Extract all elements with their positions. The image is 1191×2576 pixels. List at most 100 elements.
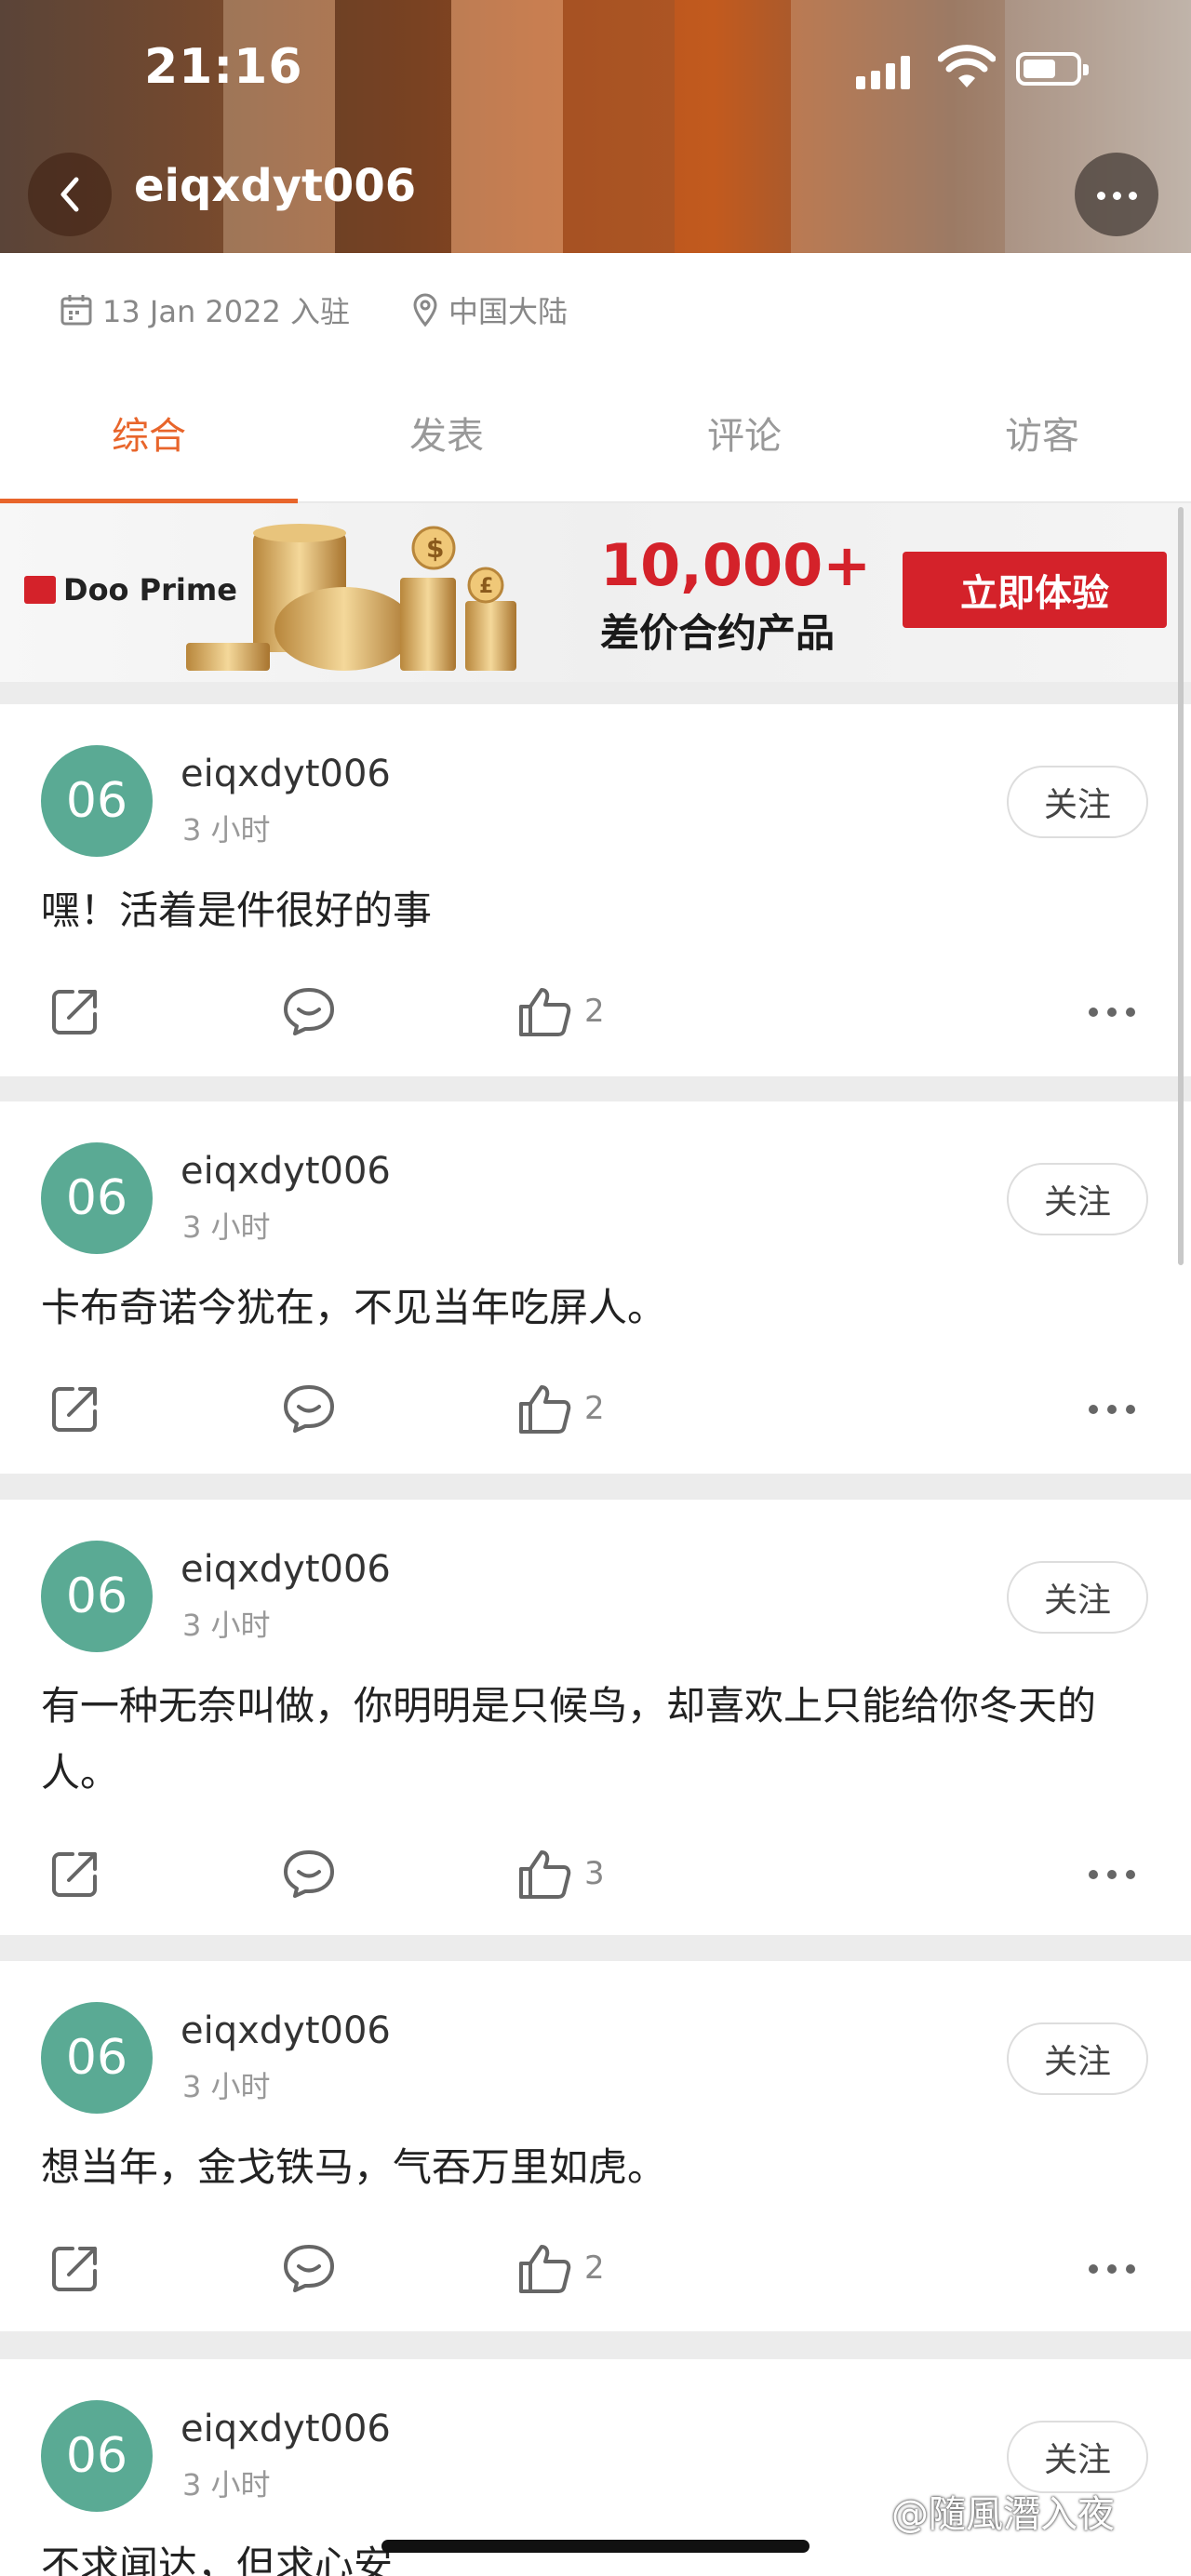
tab-posts[interactable]: 发表 [298, 363, 596, 502]
share-icon [52, 990, 97, 1034]
join-date: 13 Jan 2022 入驻 [60, 288, 350, 331]
like-button[interactable]: 3 [517, 1836, 605, 1911]
comment-icon [284, 1385, 334, 1433]
post-time: 3 小时 [182, 2069, 271, 2104]
post-time: 3 小时 [182, 1608, 271, 1643]
like-count: 2 [584, 993, 605, 1030]
post-actions: 2 [0, 974, 1191, 1048]
post-card[interactable]: 06 eiqxdyt006 3 小时 关注 有一种无奈叫做，你明明是只候鸟，却喜… [0, 1500, 1191, 1935]
status-bar: 21:16 [0, 0, 1191, 140]
follow-button[interactable]: 关注 [1007, 1163, 1148, 1235]
post-actions: 3 [0, 1836, 1191, 1911]
post-content[interactable]: 想当年，金戈铁马，气吞万里如虎。 [41, 2134, 1154, 2201]
profile-meta: 13 Jan 2022 入驻 中国大陆 [0, 253, 1191, 363]
post-author[interactable]: eiqxdyt006 [181, 2009, 391, 2052]
share-button[interactable] [48, 974, 102, 1048]
location-pin-icon [413, 293, 437, 327]
share-button[interactable] [48, 2231, 102, 2305]
svg-text:$: $ [426, 533, 444, 564]
like-count: 2 [584, 2249, 605, 2287]
wifi-icon [938, 45, 996, 87]
like-button[interactable]: 2 [517, 1371, 605, 1446]
tab-comments[interactable]: 评论 [596, 363, 893, 502]
follow-button[interactable]: 关注 [1007, 2022, 1148, 2095]
comment-icon [284, 2245, 334, 2292]
chevron-left-icon [60, 177, 79, 212]
comment-button[interactable] [281, 1371, 337, 1446]
avatar[interactable]: 06 [41, 1541, 153, 1652]
post-card[interactable]: 06 eiqxdyt006 3 小时 关注 嘿！活着是件很好的事 2 [0, 704, 1191, 1076]
post-more-button[interactable] [1084, 2231, 1140, 2305]
thumbs-up-icon [519, 2245, 571, 2293]
follow-button[interactable]: 关注 [1007, 2421, 1148, 2493]
follow-button[interactable]: 关注 [1007, 766, 1148, 838]
cellular-signal-icon [856, 52, 921, 89]
comment-button[interactable] [281, 974, 337, 1048]
home-indicator[interactable] [381, 2540, 810, 2553]
post-content[interactable]: 卡布奇诺今犹在，不见当年吃屏人。 [41, 1275, 1154, 1341]
share-button[interactable] [48, 1836, 102, 1911]
svg-text:£: £ [479, 575, 493, 598]
share-button[interactable] [48, 1371, 102, 1446]
post-content[interactable]: 嘿！活着是件很好的事 [41, 877, 1154, 944]
post-more-button[interactable] [1084, 974, 1140, 1048]
post-more-button[interactable] [1084, 1371, 1140, 1446]
post-time: 3 小时 [182, 812, 271, 848]
post-more-button[interactable] [1084, 1836, 1140, 1911]
share-icon [52, 1387, 97, 1432]
scrollbar[interactable] [1178, 507, 1184, 1265]
comment-icon [284, 1850, 334, 1898]
post-time: 3 小时 [182, 2467, 271, 2503]
tab-visitors[interactable]: 访客 [893, 363, 1191, 502]
like-count: 3 [584, 1855, 605, 1892]
battery-icon [1016, 52, 1089, 86]
more-icon [1093, 186, 1141, 204]
try-now-button[interactable]: 立即体验 [903, 552, 1167, 628]
post-author[interactable]: eiqxdyt006 [181, 1150, 391, 1193]
post-author[interactable]: eiqxdyt006 [181, 1548, 391, 1591]
profile-tabs: 综合 发表 评论 访客 [0, 363, 1191, 503]
tab-overview[interactable]: 综合 [0, 363, 298, 502]
comment-button[interactable] [281, 1836, 337, 1911]
post-card[interactable]: 06 eiqxdyt006 3 小时 关注 想当年，金戈铁马，气吞万里如虎。 2 [0, 1961, 1191, 2331]
more-icon [1084, 1400, 1140, 1418]
like-button[interactable]: 2 [517, 2231, 605, 2305]
more-icon [1084, 1003, 1140, 1021]
post-actions: 2 [0, 1371, 1191, 1446]
post-author[interactable]: eiqxdyt006 [181, 753, 391, 795]
page-title: eiqxdyt006 [134, 160, 417, 212]
ad-banner[interactable]: Doo Prime $ £ 10,000+ 差价合约产品 立即体验 [0, 503, 1191, 682]
gold-coins-illustration: $ £ [186, 524, 516, 671]
promo-headline: 10,000+ [600, 531, 872, 599]
more-icon [1084, 1865, 1140, 1883]
post-card[interactable]: 06 eiqxdyt006 3 小时 关注 卡布奇诺今犹在，不见当年吃屏人。 2 [0, 1101, 1191, 1474]
avatar[interactable]: 06 [41, 1142, 153, 1254]
more-options-button[interactable] [1075, 153, 1158, 236]
comment-icon [284, 988, 334, 1035]
avatar[interactable]: 06 [41, 2400, 153, 2512]
post-author[interactable]: eiqxdyt006 [181, 2408, 391, 2450]
status-time: 21:16 [144, 39, 303, 95]
thumbs-up-icon [519, 988, 571, 1036]
location-label: 中国大陆 [448, 294, 569, 329]
thumbs-up-icon [519, 1850, 571, 1899]
calendar-icon [60, 295, 92, 326]
follow-button[interactable]: 关注 [1007, 1561, 1148, 1634]
thumbs-up-icon [519, 1385, 571, 1434]
avatar[interactable]: 06 [41, 2002, 153, 2114]
like-button[interactable]: 2 [517, 974, 605, 1048]
more-icon [1084, 2260, 1140, 2277]
profile-header: 21:16 eiqxdyt006 [0, 0, 1191, 253]
avatar[interactable]: 06 [41, 745, 153, 857]
share-icon [52, 2247, 97, 2291]
location: 中国大陆 [411, 288, 568, 331]
back-button[interactable] [28, 153, 112, 236]
share-icon [52, 1852, 97, 1897]
post-content[interactable]: 有一种无奈叫做，你明明是只候鸟，却喜欢上只能给你冬天的人。 [41, 1673, 1154, 1807]
page: 21:16 eiqxdyt006 13 Jan 2022 入驻 中国大陆 综合 … [0, 0, 1191, 2576]
post-actions: 2 [0, 2231, 1191, 2305]
watermark: @隨風潛入夜 [891, 2493, 1115, 2536]
comment-button[interactable] [281, 2231, 337, 2305]
post-time: 3 小时 [182, 1209, 271, 1245]
promo-subline: 差价合约产品 [600, 610, 836, 656]
